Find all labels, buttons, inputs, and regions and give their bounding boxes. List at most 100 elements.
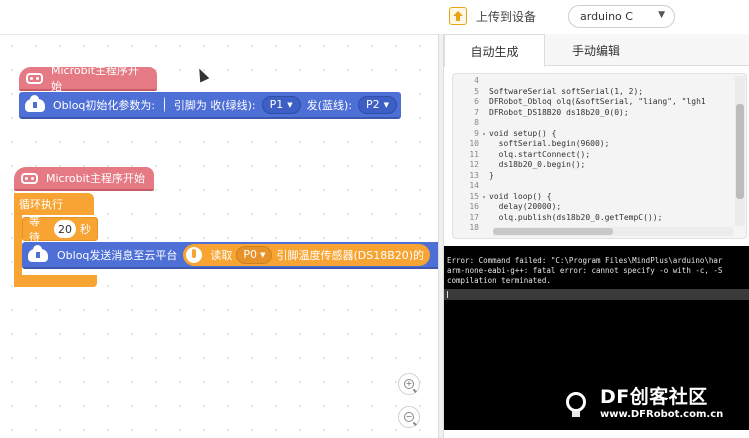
line-number: 14 xyxy=(469,181,479,190)
loop-header: 循环执行 xyxy=(14,193,94,215)
text-caret xyxy=(447,291,448,298)
lightbulb-logo-icon xyxy=(558,386,594,422)
code-line: 6 DFRobot_Obloq olq(&softSerial, "liang",… xyxy=(453,97,743,108)
zoom-in-icon: + xyxy=(404,379,414,389)
read-pin-dropdown[interactable]: P0 ▼ xyxy=(236,245,273,264)
pins-label: 引脚为 收(绿线): xyxy=(173,98,256,112)
chevron-down-icon: ▼ xyxy=(383,100,389,109)
top-toolbar: 上传到设备 arduino C ▼ xyxy=(0,0,749,34)
zoom-in-button[interactable]: + xyxy=(398,373,420,395)
line-number: 9 xyxy=(474,128,479,138)
logo-stem xyxy=(572,411,580,417)
read-label: 读取 xyxy=(210,248,233,262)
loop-label: 循环执行 xyxy=(19,198,63,211)
obloq-init-label: Obloq初始化参数为: xyxy=(53,98,156,112)
upload-to-device-button[interactable]: 上传到设备 xyxy=(449,5,579,27)
code-line: 5 SoftwareSerial softSerial(1, 2); xyxy=(453,87,743,98)
dfrobot-watermark: DF创客社区 www.DFRobot.com.cn xyxy=(558,378,748,430)
code-text: void setup() { xyxy=(489,128,557,138)
code-line: 7 DFRobot_DS18B20 ds18b20_0(0); xyxy=(453,108,743,119)
console-line: compilation terminated. xyxy=(447,276,551,285)
scrollbar-thumb[interactable] xyxy=(736,104,744,199)
line-number: 16 xyxy=(469,202,479,211)
code-line: 4 xyxy=(453,76,743,87)
chevron-down-icon: ▼ xyxy=(287,100,293,109)
code-text: softSerial.begin(9600); xyxy=(489,139,610,148)
workspace-top-border xyxy=(0,34,438,35)
code-text: void loop() { xyxy=(489,191,552,201)
chevron-down-icon: ▼ xyxy=(260,250,266,259)
code-tabs: 自动生成 手动编辑 xyxy=(444,34,749,67)
code-line: 10 softSerial.begin(9600); xyxy=(453,139,743,150)
wait-unit: 秒 xyxy=(80,223,91,236)
code-line: 15 ▾ void loop() { xyxy=(453,192,743,203)
obloq-send-block[interactable]: Obloq发送消息至云平台 读取 P0 ▼ 引脚温度传感器(DS18B20)的 xyxy=(22,242,438,269)
hat-label: Microbit主程序开始 xyxy=(51,64,139,93)
line-number: 7 xyxy=(474,107,479,117)
code-line: 9 ▾ void setup() { xyxy=(453,129,743,140)
tab-label: 自动生成 xyxy=(470,44,519,59)
line-number: 8 xyxy=(474,118,479,127)
upload-label: 上传到设备 xyxy=(476,9,537,24)
cloud-icon xyxy=(25,95,45,112)
line-number: 5 xyxy=(474,86,479,96)
zoom-out-icon: − xyxy=(404,412,414,422)
line-number: 12 xyxy=(469,160,479,169)
line-number: 6 xyxy=(474,97,479,106)
tab-auto-generate[interactable]: 自动生成 xyxy=(444,34,545,67)
code-text: olq.publish(ds18b20_0.getTempC()); xyxy=(489,212,663,222)
loop-arm xyxy=(14,215,22,277)
code-line: 13} xyxy=(453,171,743,182)
board-select-value: arduino C xyxy=(580,10,633,23)
line-number: 17 xyxy=(469,212,479,222)
rx-pin-dropdown[interactable]: P1 ▼ xyxy=(261,95,301,114)
code-text: delay(20000); xyxy=(489,202,562,211)
code-line: 11 olq.startConnect(); xyxy=(453,150,743,161)
rx-pin-value: P1 xyxy=(269,98,284,111)
console-input[interactable] xyxy=(444,289,749,300)
microbit-icon xyxy=(26,73,43,84)
code-text: olq.startConnect(); xyxy=(489,149,591,159)
code-line: 8 xyxy=(453,118,743,129)
cloud-icon xyxy=(28,245,48,262)
wait-block[interactable]: 等待 20 秒 xyxy=(22,215,98,244)
logo-main-text: DF创客社区 xyxy=(600,386,708,408)
logo-bulb xyxy=(566,392,586,412)
logo-sub-text: www.DFRobot.com.cn xyxy=(600,409,724,420)
tx-pin-dropdown[interactable]: P2 ▼ xyxy=(357,95,397,114)
tab-manual-edit[interactable]: 手动编辑 xyxy=(545,34,647,66)
wait-label: 等待 xyxy=(29,215,40,244)
wait-seconds-input[interactable]: 20 xyxy=(54,220,76,238)
logo-text: DF创客社区 www.DFRobot.com.cn xyxy=(600,386,723,422)
code-line: 16 delay(20000); xyxy=(453,202,743,213)
obloq-init-block[interactable]: Obloq初始化参数为: 引脚为 收(绿线): P1 ▼ 发(蓝线): P2 ▼ xyxy=(19,92,401,119)
line-number: 11 xyxy=(469,149,479,159)
microbit-icon xyxy=(21,173,38,184)
line-number: 18 xyxy=(469,223,479,232)
temperature-reporter-block[interactable]: 读取 P0 ▼ 引脚温度传感器(DS18B20)的 xyxy=(183,243,431,266)
code-line: 14 xyxy=(453,181,743,192)
read-pin-value: P0 xyxy=(243,248,258,261)
console-line: arm-none-eabi-g++: fatal error: cannot s… xyxy=(447,266,723,275)
code-text: DFRobot_DS18B20 ds18b20_0(0); xyxy=(489,107,629,117)
main-program-hat-block-1[interactable]: Microbit主程序开始 xyxy=(19,64,157,93)
editor-vertical-scrollbar[interactable] xyxy=(735,76,745,226)
thermometer-icon xyxy=(186,246,203,263)
zoom-out-button[interactable]: − xyxy=(398,406,420,428)
board-select[interactable]: arduino C ▼ xyxy=(568,5,675,28)
sensor-label: 引脚温度传感器(DS18B20)的 xyxy=(276,248,425,262)
line-number: 10 xyxy=(469,139,479,148)
tx-pin-value: P2 xyxy=(365,98,380,111)
tx-label: 发(蓝线): xyxy=(306,98,352,112)
editor-horizontal-scrollbar[interactable] xyxy=(493,227,733,236)
code-editor[interactable]: 4 5 SoftwareSerial softSerial(1, 2); 6 DFRob… xyxy=(452,73,747,239)
scrollbar-thumb[interactable] xyxy=(493,228,613,235)
chevron-down-icon: ▼ xyxy=(658,10,665,20)
upload-arrow-icon xyxy=(449,7,467,25)
obloq-send-label: Obloq发送消息至云平台 xyxy=(57,248,178,262)
code-line: 17 olq.publish(ds18b20_0.getTempC()); xyxy=(453,213,743,224)
main-program-hat-block-2[interactable]: Microbit主程序开始 xyxy=(14,167,154,191)
line-number: 13 xyxy=(469,170,479,180)
line-number: 15 xyxy=(469,191,479,201)
gear-icon[interactable] xyxy=(164,97,173,112)
